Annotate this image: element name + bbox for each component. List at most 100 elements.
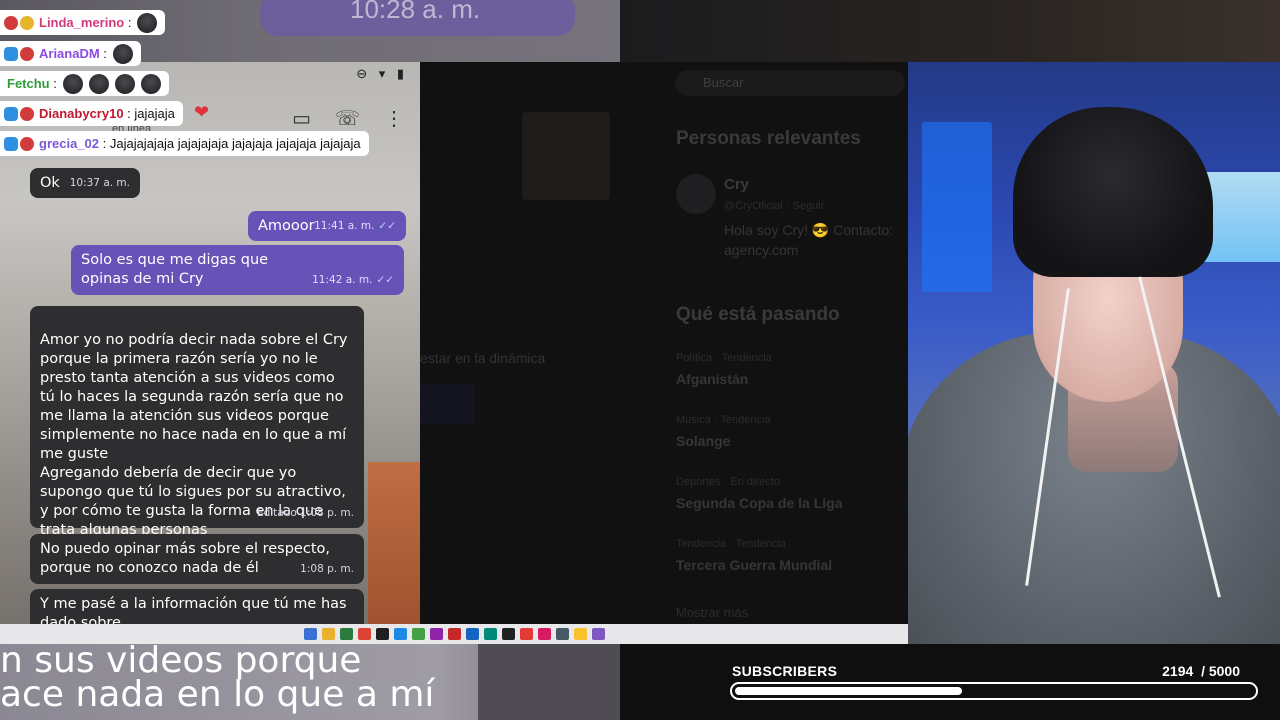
taskbar-app-icon[interactable] [537,628,551,640]
taskbar-app-icon[interactable] [519,628,533,640]
emote-icon [140,73,161,94]
message-bubble: Amooor 11:41 a. m. ✓✓ [248,211,406,241]
relevant-people-heading: Personas relevantes [676,128,861,149]
taskbar-app-icon[interactable] [357,628,371,640]
trend-meta: Tendencia · Tendencia [676,538,786,550]
taskbar-app-icon[interactable] [573,628,587,640]
avatar[interactable] [676,174,716,214]
more-options-icon[interactable]: ⋮ [384,106,404,131]
message-bubble: Solo es que me digas que opinas de mi Cr… [71,245,404,295]
subscriber-goal: SUBSCRIBERS 2194 / 5000 [730,662,1260,702]
stream-frame: 10:28 a. m. Buscar Personas relevantes C… [0,0,1280,720]
streamer-hair [1013,107,1213,277]
chat-username[interactable]: Linda_merino [39,15,124,30]
message-time: 10:37 a. m. [69,177,130,189]
phone-status-icons: ⊖ ▾ ▮ [356,66,408,81]
background-text-line: ace nada en lo que a mí [0,674,435,715]
message-bubble: Amor yo no podría decir nada sobre el Cr… [30,306,364,538]
trend-meta: Deportes · En directo [676,476,780,488]
emote-icon [112,43,133,64]
taskbar-app-icon[interactable] [393,628,407,640]
chat-message: ArianaDM : [0,41,141,66]
video-call-icon[interactable]: ▭ [292,106,311,131]
badge-icon [20,136,34,151]
chat-message: Dianabycry10 : jajajaja [0,101,183,126]
message-bubble: No puedo opinar más sobre el respecto, p… [30,534,364,584]
subscriber-progress-bar [730,682,1258,700]
trend-item[interactable]: Solange [676,433,730,449]
person-handle: @CryOficial · Seguir [724,200,825,212]
read-check-icon: ✓✓ [378,220,396,232]
message-text: Y me pasé a la información que tú me has… [40,596,347,624]
background-shelf [368,462,420,624]
chat-message: Fetchu : [0,71,169,96]
taskbar-app-icon[interactable] [411,628,425,640]
trend-item[interactable]: Segunda Copa de la Liga [676,495,842,511]
badge-icon [4,106,18,121]
background-block [478,644,620,720]
message-text: No puedo opinar más sobre el respecto, p… [40,541,330,576]
taskbar-app-icon[interactable] [591,628,605,640]
trending-heading: Qué está pasando [676,304,840,325]
message-bubble: Ok 10:37 a. m. [30,168,140,198]
chat-username[interactable]: Dianabycry10 [39,106,124,121]
trend-meta: Política · Tendencia [676,352,772,364]
background-zoom-bottom: n sus videos porque ace nada en lo que a … [0,644,620,720]
emote-icon [114,73,135,94]
chat-username[interactable]: ArianaDM [39,46,100,61]
trend-item[interactable]: Afganistán [676,371,748,387]
background-text: n sus videos porque ace nada en lo que a … [0,644,435,715]
taskbar-app-icon[interactable] [321,628,335,640]
taskbar [0,624,908,644]
message-text: Ok [40,175,60,191]
taskbar-app-icon[interactable] [429,628,443,640]
phone-icon[interactable]: ☏ [335,106,360,131]
taskbar-app-icon[interactable] [555,628,569,640]
dynamic-text: estar en la dinámica [420,350,546,366]
chat-text: Jajajajajaja jajajajaja jajajaja jajajaj… [109,136,361,151]
message-text: Solo es que me digas que opinas de mi Cr… [81,252,269,287]
taskbar-app-icon[interactable] [303,628,317,640]
background-room-strip [620,0,1280,62]
taskbar-app-icon[interactable] [483,628,497,640]
chat-username[interactable]: Fetchu [7,76,50,91]
background-timestamp: 10:28 a. m. [260,0,575,36]
read-check-icon: ✓✓ [376,274,394,286]
search-input[interactable]: Buscar [675,70,905,96]
chat-message: grecia_02 : Jajajajajaja jajajajaja jaja… [0,131,369,156]
heart-icon: ❤ [194,102,210,122]
badge-icon [20,106,34,121]
emote-icon [62,73,83,94]
person-name[interactable]: Cry [724,176,749,193]
taskbar-app-icon[interactable] [501,628,515,640]
badge-icon [4,46,18,61]
message-time: 1:08 p. m. [300,563,354,575]
taskbar-app-icon[interactable] [447,628,461,640]
badge-icon [20,46,34,61]
chat-message: Linda_merino : [0,10,166,35]
media-thumbnail[interactable] [522,112,610,200]
subscriber-goal-label: SUBSCRIBERS [732,663,838,679]
emote-icon [137,12,158,33]
show-more-link[interactable]: Mostrar más [676,605,748,620]
media-block [420,384,475,424]
person-bio: Hola soy Cry! 😎 Contacto: agency.com [724,222,894,258]
subscriber-count: 2194 / 5000 [1162,663,1240,679]
subscriber-current: 2194 [1162,663,1194,679]
badge-icon [4,136,18,151]
chat-text: jajajaja [134,106,175,121]
badge-icon [20,15,34,30]
taskbar-app-icon[interactable] [375,628,389,640]
taskbar-app-icon[interactable] [465,628,479,640]
message-time: Editado 1:08 p. m. [256,507,354,519]
webcam-feed [908,62,1280,644]
message-time: 11:42 a. m. [312,274,373,286]
taskbar-app-icon[interactable] [339,628,353,640]
subscriber-goal-value: / 5000 [1201,663,1240,679]
trend-item[interactable]: Tercera Guerra Mundial [676,557,832,573]
message-time: 11:41 a. m. [314,220,375,232]
trend-meta: Música · Tendencia [676,414,771,426]
message-text: Amooor [258,218,315,234]
badge-icon [4,15,18,30]
chat-username[interactable]: grecia_02 [39,136,99,151]
